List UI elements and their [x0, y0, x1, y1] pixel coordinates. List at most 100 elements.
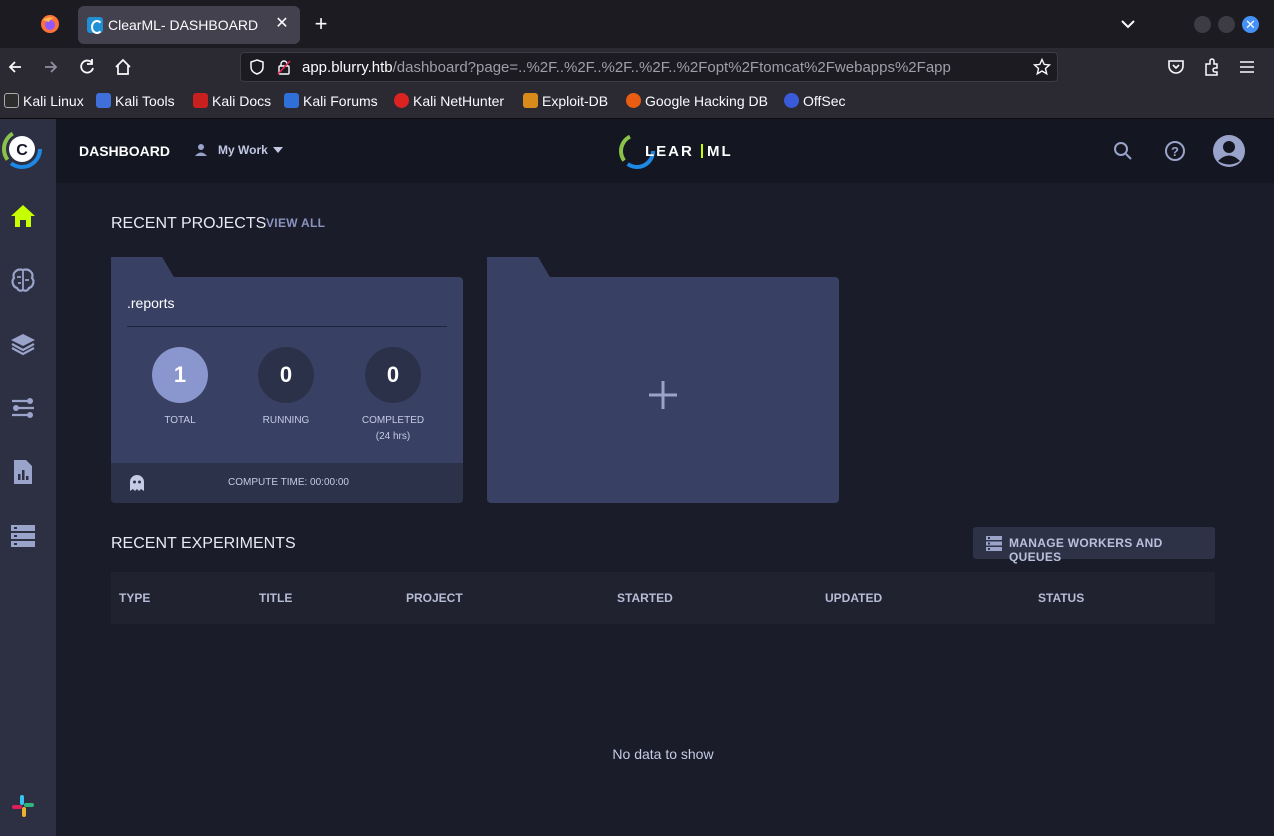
app-header: DASHBOARD My Work LEAR ML ? [56, 119, 1274, 183]
folder-tab [487, 257, 551, 279]
new-tab-icon[interactable]: + [310, 13, 332, 35]
manage-button-label: MANAGE WORKERS AND QUEUES [1009, 536, 1163, 564]
user-icon [195, 144, 207, 156]
running-label: RUNNING [262, 415, 310, 426]
clearml-app: C DASHBOARD My Work LEAR ML ? RECENT PRO… [0, 119, 1274, 836]
column-header-type[interactable]: TYPE [119, 591, 150, 605]
column-header-updated[interactable]: UPDATED [825, 591, 882, 605]
experiments-table-header: TYPE TITLE PROJECT STARTED UPDATED STATU… [111, 572, 1215, 624]
brain-icon[interactable] [8, 265, 38, 295]
kali-dragon-icon [4, 93, 19, 108]
kali-docs-icon [193, 93, 208, 108]
insecure-lock-icon[interactable] [276, 59, 292, 75]
bookmark-kali-nethunter[interactable]: Kali NetHunter [394, 93, 504, 113]
column-header-project[interactable]: PROJECT [406, 591, 463, 605]
reports-icon[interactable] [8, 457, 38, 487]
total-label: TOTAL [164, 415, 196, 426]
shield-icon[interactable] [249, 59, 265, 75]
tab-title: ClearML- DASHBOARD [108, 17, 259, 33]
bookmark-label: Kali Docs [212, 93, 272, 109]
svg-text:ML: ML [707, 143, 733, 160]
search-icon[interactable] [1111, 139, 1135, 163]
menu-icon[interactable] [1237, 57, 1257, 77]
caret-down-icon [273, 147, 283, 153]
layers-icon[interactable] [8, 329, 38, 359]
bookmark-label: OffSec [803, 93, 846, 109]
kali-forums-icon [284, 93, 299, 108]
bookmark-google-hacking-db[interactable]: Google Hacking DB [626, 93, 768, 113]
bookmark-label: Exploit-DB [542, 93, 609, 109]
slack-icon[interactable] [10, 793, 36, 819]
clearml-wordmark-logo: LEAR ML [619, 133, 733, 169]
project-card-reports[interactable]: .reports 1 TOTAL 0 RUNNING 0 COMPLETED (2… [111, 277, 463, 503]
browser-tab-bar: ClearML- DASHBOARD ✕ + ✕ [0, 0, 1274, 48]
bookmark-offsec[interactable]: OffSec [784, 93, 846, 113]
pocket-icon[interactable] [1166, 57, 1186, 77]
bookmark-label: Kali Forums [303, 93, 378, 109]
empty-table-message: No data to show [612, 746, 714, 762]
tab-close-icon[interactable]: ✕ [272, 14, 292, 34]
avatar[interactable] [1212, 134, 1246, 168]
compute-time: COMPUTE TIME: 00:00:00 [228, 477, 349, 488]
project-card-footer: COMPUTE TIME: 00:00:00 [111, 463, 463, 503]
stat-running: 0 RUNNING [236, 347, 336, 429]
browser-tab-active[interactable]: ClearML- DASHBOARD ✕ [78, 6, 300, 44]
firefox-icon[interactable] [40, 14, 60, 34]
url-bar[interactable]: app.blurry.htb/dashboard?page=..%2F..%2F… [240, 52, 1058, 82]
column-header-started[interactable]: STARTED [617, 591, 673, 605]
manage-workers-queues-button[interactable]: MANAGE WORKERS AND QUEUES [973, 527, 1215, 564]
bookmark-exploit-db[interactable]: Exploit-DB [523, 93, 608, 113]
bookmark-kali-forums[interactable]: Kali Forums [284, 93, 378, 113]
recent-experiments-title: RECENT EXPERIMENTS [111, 535, 296, 552]
svg-text:?: ? [1171, 144, 1179, 159]
browser-nav-bar: app.blurry.htb/dashboard?page=..%2F..%2F… [0, 48, 1274, 86]
pipelines-icon[interactable] [8, 393, 38, 423]
ghost-icon [130, 475, 144, 491]
bookmark-label: Kali Tools [115, 93, 175, 109]
window-close-button[interactable]: ✕ [1242, 16, 1259, 33]
offsec-icon [784, 93, 799, 108]
home-icon[interactable] [8, 201, 38, 231]
column-header-status[interactable]: STATUS [1038, 591, 1084, 605]
column-header-title[interactable]: TITLE [259, 591, 292, 605]
minimize-button[interactable] [1194, 16, 1211, 33]
folder-tab [111, 257, 175, 279]
clearml-logo-icon[interactable]: C [2, 128, 42, 170]
workers-queues-icon [986, 536, 1002, 551]
bookmark-star-icon[interactable] [1033, 58, 1051, 76]
url-text[interactable]: app.blurry.htb/dashboard?page=..%2F..%2F… [302, 59, 1024, 76]
running-count: 0 [258, 347, 314, 403]
maximize-button[interactable] [1218, 16, 1235, 33]
sidebar: C [0, 119, 56, 836]
stat-completed: 0 COMPLETED (24 hrs) [343, 347, 443, 445]
extensions-icon[interactable] [1202, 57, 1222, 77]
plus-icon [649, 381, 677, 409]
home-icon[interactable] [113, 57, 133, 77]
bookmark-label: Kali Linux [23, 93, 84, 109]
svg-text:LEAR: LEAR [645, 143, 694, 160]
clearml-favicon-icon [87, 17, 103, 34]
bookmark-label: Kali NetHunter [413, 93, 505, 109]
forward-arrow-icon[interactable] [41, 57, 61, 77]
back-arrow-icon[interactable] [5, 57, 25, 77]
recent-projects-title: RECENT PROJECTS [111, 215, 267, 232]
bookmarks-toolbar: Kali Linux Kali Tools Kali Docs Kali For… [0, 86, 1274, 119]
kali-tools-icon [96, 93, 111, 108]
ghdb-icon [626, 93, 641, 108]
help-icon[interactable]: ? [1163, 139, 1187, 163]
workers-queues-icon[interactable] [8, 521, 38, 551]
bookmark-kali-linux[interactable]: Kali Linux [4, 93, 84, 113]
divider [127, 326, 447, 327]
bookmark-kali-docs[interactable]: Kali Docs [193, 93, 271, 113]
reload-icon[interactable] [77, 57, 97, 77]
completed-period: (24 hrs) [375, 431, 411, 442]
project-name: .reports [127, 295, 175, 311]
stat-total: 1 TOTAL [130, 347, 230, 429]
view-all-link[interactable]: VIEW ALL [266, 216, 325, 230]
url-path: /dashboard?page=..%2F..%2F..%2F..%2F..%2… [392, 59, 951, 76]
page-title: DASHBOARD [79, 143, 170, 159]
new-project-card[interactable] [487, 277, 839, 503]
chevron-down-icon[interactable] [1118, 14, 1138, 34]
bookmark-kali-tools[interactable]: Kali Tools [96, 93, 175, 113]
nethunter-icon [394, 93, 409, 108]
